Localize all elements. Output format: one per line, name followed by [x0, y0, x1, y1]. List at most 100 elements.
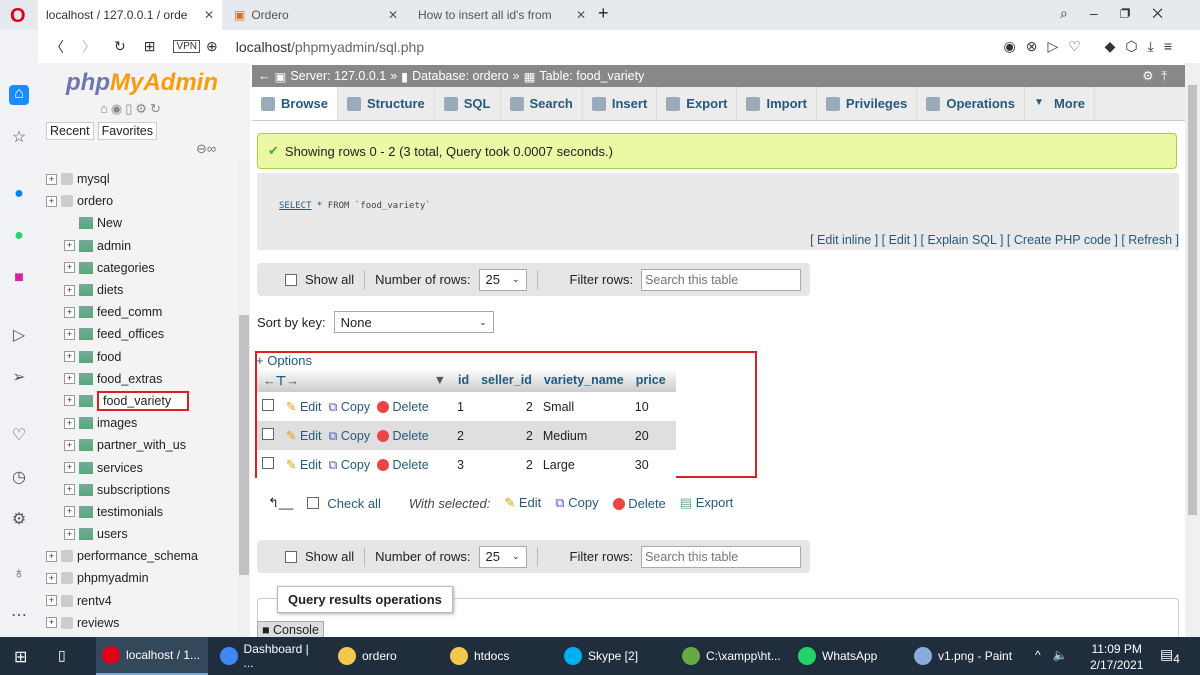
- column-header-variety-name[interactable]: variety_name: [537, 368, 630, 392]
- tree-item[interactable]: + food_variety: [46, 390, 198, 412]
- messenger-icon[interactable]: ●: [9, 185, 29, 205]
- column-header-seller-id[interactable]: seller_id: [475, 368, 538, 392]
- tree-item[interactable]: + food: [46, 346, 198, 368]
- expand-icon[interactable]: +: [64, 328, 75, 340]
- expand-icon[interactable]: +: [46, 572, 57, 584]
- expand-icon[interactable]: +: [46, 195, 57, 207]
- speed-dial-icon[interactable]: ⊞: [144, 38, 156, 55]
- tree-item[interactable]: + phpmyadmin: [46, 567, 198, 589]
- cell-seller-id[interactable]: 2: [475, 392, 538, 421]
- console-toggle[interactable]: ■ Console: [257, 621, 324, 637]
- toolbar-icons[interactable]: ◉⊗▷♡ ◆⬡⤓≡: [1004, 38, 1183, 55]
- windows-start-icon[interactable]: ⊞: [14, 647, 27, 667]
- expand-icon[interactable]: +: [46, 617, 57, 629]
- tab-structure[interactable]: Structure: [338, 87, 435, 120]
- bulk-copy-button[interactable]: ⧉ Copy: [555, 495, 598, 511]
- collapse-link-icon[interactable]: ⊖∞: [196, 141, 216, 157]
- taskbar-item[interactable]: WhatsApp: [792, 637, 904, 675]
- url-path[interactable]: /phpmyadmin/sql.php: [291, 39, 424, 55]
- row-checkbox[interactable]: [262, 427, 274, 440]
- cell-price[interactable]: 20: [629, 421, 676, 450]
- home-icon[interactable]: ⌂: [9, 85, 29, 105]
- sql-keyword[interactable]: SELECT: [279, 201, 312, 211]
- taskbar-item[interactable]: localhost / 1...: [96, 637, 208, 675]
- tree-item[interactable]: + services: [46, 456, 198, 478]
- tree-item[interactable]: + food_extras: [46, 368, 198, 390]
- tab-insert[interactable]: Insert: [583, 87, 658, 120]
- show-all-checkbox[interactable]: [285, 273, 297, 286]
- expand-icon[interactable]: +: [64, 528, 75, 540]
- tray-icons[interactable]: ^🔈: [1035, 648, 1080, 662]
- tree-item[interactable]: + partner_with_us: [46, 434, 198, 456]
- expand-icon[interactable]: +: [64, 417, 75, 429]
- collapse-arrow-icon[interactable]: ←: [258, 69, 271, 83]
- tab-stackoverflow[interactable]: How to insert all id's from ✕: [410, 0, 594, 30]
- sort-by-key-select[interactable]: None ⌄: [333, 311, 494, 333]
- url-host[interactable]: localhost: [236, 39, 291, 55]
- edit-link[interactable]: ✎ Edit: [286, 458, 322, 472]
- settings-icon[interactable]: ⚙: [9, 509, 29, 529]
- clock[interactable]: 11:09 PM 2/17/2021: [1090, 641, 1143, 673]
- cell-price[interactable]: 30: [629, 450, 676, 479]
- reload-icon[interactable]: ↻: [114, 38, 126, 55]
- tree-item[interactable]: + users: [46, 523, 198, 545]
- taskbar-item[interactable]: v1.png - Paint: [908, 637, 1020, 675]
- bulk-export-button[interactable]: ▤ Export: [680, 495, 734, 511]
- task-view-icon[interactable]: ▯: [58, 647, 66, 664]
- recent-tab[interactable]: Recent: [46, 122, 94, 140]
- tab-browse[interactable]: Browse: [252, 87, 338, 120]
- bulk-delete-button[interactable]: Delete: [612, 496, 666, 511]
- tab-search[interactable]: Search: [501, 87, 583, 120]
- tree-item[interactable]: + admin: [46, 235, 198, 257]
- expand-icon[interactable]: +: [64, 462, 75, 474]
- close-icon[interactable]: ✕: [576, 8, 586, 22]
- taskbar-item[interactable]: htdocs: [444, 637, 556, 675]
- cell-seller-id[interactable]: 2: [475, 421, 538, 450]
- edit-link[interactable]: ✎ Edit: [286, 400, 322, 414]
- tree-item[interactable]: + testimonials: [46, 501, 198, 523]
- tab-sql[interactable]: SQL: [435, 87, 501, 120]
- rows-select[interactable]: 25 ⌄: [478, 268, 527, 291]
- tree-item[interactable]: + feed_offices: [46, 323, 198, 345]
- expand-icon[interactable]: +: [64, 240, 75, 252]
- expand-icon[interactable]: +: [64, 262, 75, 274]
- expand-icon[interactable]: +: [64, 284, 75, 296]
- back-icon[interactable]: 〈: [50, 37, 64, 57]
- tree-item[interactable]: + performance_schema: [46, 545, 198, 567]
- breadcrumb-table[interactable]: Table: food_variety: [539, 69, 644, 83]
- copy-link[interactable]: ⧉ Copy: [328, 429, 370, 443]
- cell-seller-id[interactable]: 2: [475, 450, 538, 479]
- instagram-icon[interactable]: ■: [9, 269, 29, 289]
- column-header-price[interactable]: price: [629, 368, 676, 392]
- tree-item[interactable]: + images: [46, 412, 198, 434]
- filter-rows-input[interactable]: [641, 268, 802, 291]
- expand-icon[interactable]: +: [64, 351, 75, 363]
- window-controls[interactable]: ⌕–❐✕: [1060, 5, 1185, 22]
- copy-link[interactable]: ⧉ Copy: [328, 458, 370, 472]
- close-icon[interactable]: ✕: [388, 8, 398, 22]
- copy-link[interactable]: ⧉ Copy: [328, 400, 370, 414]
- delete-link[interactable]: Delete: [377, 400, 429, 414]
- tab-more[interactable]: ▼ More: [1025, 87, 1096, 120]
- player-icon[interactable]: ▷: [9, 325, 29, 345]
- main-scrollbar[interactable]: [1185, 63, 1200, 637]
- tree-item[interactable]: + feed_comm: [46, 301, 198, 323]
- cell-variety-name[interactable]: Medium: [537, 421, 630, 450]
- cell-id[interactable]: 3: [452, 450, 476, 479]
- whatsapp-icon[interactable]: ●: [9, 227, 29, 247]
- tree-item[interactable]: + mysql: [46, 168, 198, 190]
- tab-import[interactable]: Import: [737, 87, 817, 120]
- show-all-checkbox[interactable]: [285, 550, 297, 563]
- tab-privileges[interactable]: Privileges: [817, 87, 918, 120]
- tab-export[interactable]: Export: [657, 87, 738, 120]
- sql-action-links[interactable]: [ Edit inline ] [ Edit ] [ Explain SQL ]…: [257, 233, 1179, 247]
- tree-item[interactable]: + subscriptions: [46, 479, 198, 501]
- rows-select[interactable]: 25 ⌄: [478, 545, 527, 568]
- taskbar-item[interactable]: ordero: [332, 637, 444, 675]
- taskbar-item[interactable]: C:\xampp\ht...: [676, 637, 788, 675]
- notifications-icon[interactable]: ▤4: [1160, 646, 1180, 666]
- cell-variety-name[interactable]: Small: [537, 392, 630, 421]
- options-link[interactable]: + Options: [256, 353, 312, 368]
- new-tab-button[interactable]: +: [598, 3, 609, 24]
- delete-link[interactable]: Delete: [377, 458, 429, 472]
